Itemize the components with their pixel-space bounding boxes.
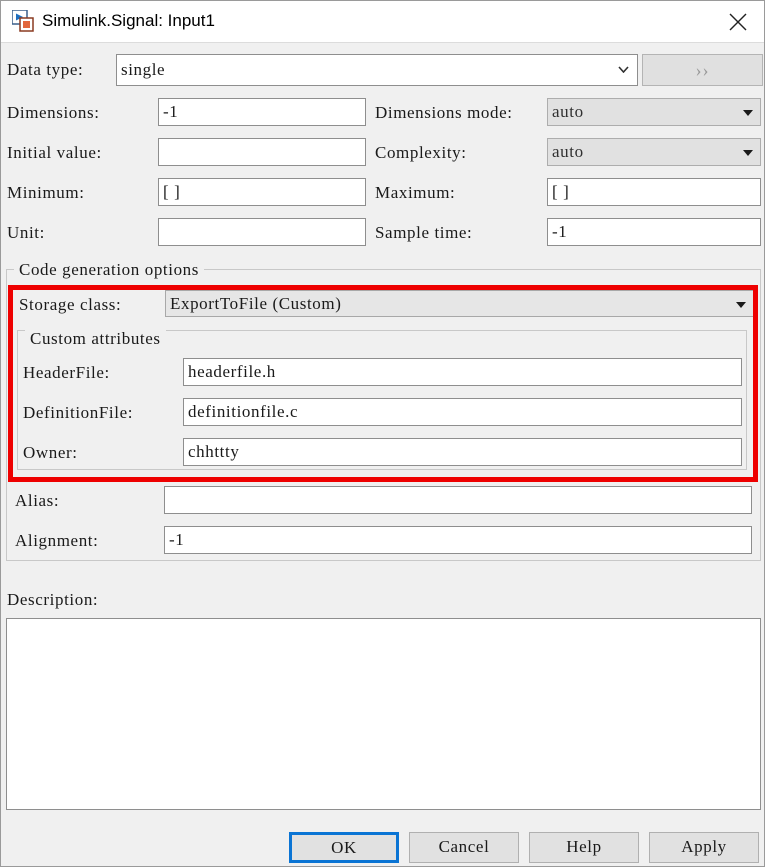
initial-value-label: Initial value: bbox=[7, 143, 102, 162]
maximum-input[interactable]: [ ] bbox=[547, 178, 761, 206]
description-label: Description: bbox=[7, 590, 99, 609]
unit-label: Unit: bbox=[7, 223, 45, 242]
expand-data-type-button[interactable]: ›› bbox=[642, 54, 763, 86]
owner-label: Owner: bbox=[23, 443, 78, 462]
initial-value-input[interactable] bbox=[158, 138, 366, 166]
data-type-value: single bbox=[121, 60, 166, 79]
storage-class-label: Storage class: bbox=[19, 295, 122, 314]
sample-time-label: Sample time: bbox=[375, 223, 473, 242]
chevron-down-icon[interactable] bbox=[618, 66, 629, 73]
chevron-down-icon[interactable] bbox=[743, 150, 753, 156]
sample-time-input[interactable]: -1 bbox=[547, 218, 761, 246]
title-bar: Simulink.Signal: Input1 bbox=[1, 1, 764, 43]
chevron-down-icon[interactable] bbox=[743, 110, 753, 116]
data-type-label: Data type: bbox=[7, 60, 84, 79]
header-file-label: HeaderFile: bbox=[23, 363, 110, 382]
complexity-select[interactable]: auto bbox=[547, 138, 761, 166]
complexity-label: Complexity: bbox=[375, 143, 467, 162]
dimensions-mode-label: Dimensions mode: bbox=[375, 103, 513, 122]
dimensions-mode-select[interactable]: auto bbox=[547, 98, 761, 126]
minimum-label: Minimum: bbox=[7, 183, 85, 202]
header-file-input[interactable]: headerfile.h bbox=[183, 358, 742, 386]
cancel-button[interactable]: Cancel bbox=[409, 832, 519, 863]
minimum-input[interactable]: [ ] bbox=[158, 178, 366, 206]
storage-class-select[interactable]: ExportToFile (Custom) bbox=[165, 290, 754, 317]
simulink-signal-icon bbox=[11, 9, 34, 32]
simulink-signal-dialog: Simulink.Signal: Input1 Data type: singl… bbox=[0, 0, 765, 867]
close-icon[interactable] bbox=[711, 1, 764, 42]
apply-button[interactable]: Apply bbox=[649, 832, 759, 863]
storage-class-value: ExportToFile (Custom) bbox=[170, 294, 342, 313]
alignment-label: Alignment: bbox=[15, 531, 99, 550]
window-title: Simulink.Signal: Input1 bbox=[42, 11, 215, 30]
custom-attributes-group-title: Custom attributes bbox=[25, 329, 166, 349]
description-textarea[interactable] bbox=[6, 618, 761, 810]
unit-input[interactable] bbox=[158, 218, 366, 246]
code-generation-group-title: Code generation options bbox=[14, 260, 204, 280]
maximum-label: Maximum: bbox=[375, 183, 456, 202]
alignment-input[interactable]: -1 bbox=[164, 526, 752, 554]
ok-button[interactable]: OK bbox=[289, 832, 399, 863]
data-type-input[interactable]: single bbox=[116, 54, 638, 86]
help-button[interactable]: Help bbox=[529, 832, 639, 863]
alias-input[interactable] bbox=[164, 486, 752, 514]
owner-input[interactable]: chhttty bbox=[183, 438, 742, 466]
complexity-value: auto bbox=[552, 142, 584, 161]
chevron-down-icon[interactable] bbox=[736, 301, 746, 308]
dimensions-mode-value: auto bbox=[552, 102, 584, 121]
dimensions-input[interactable]: -1 bbox=[158, 98, 366, 126]
button-bar-separator bbox=[1, 819, 764, 820]
definition-file-label: DefinitionFile: bbox=[23, 403, 134, 422]
definition-file-input[interactable]: definitionfile.c bbox=[183, 398, 742, 426]
dimensions-label: Dimensions: bbox=[7, 103, 100, 122]
alias-label: Alias: bbox=[15, 491, 60, 510]
